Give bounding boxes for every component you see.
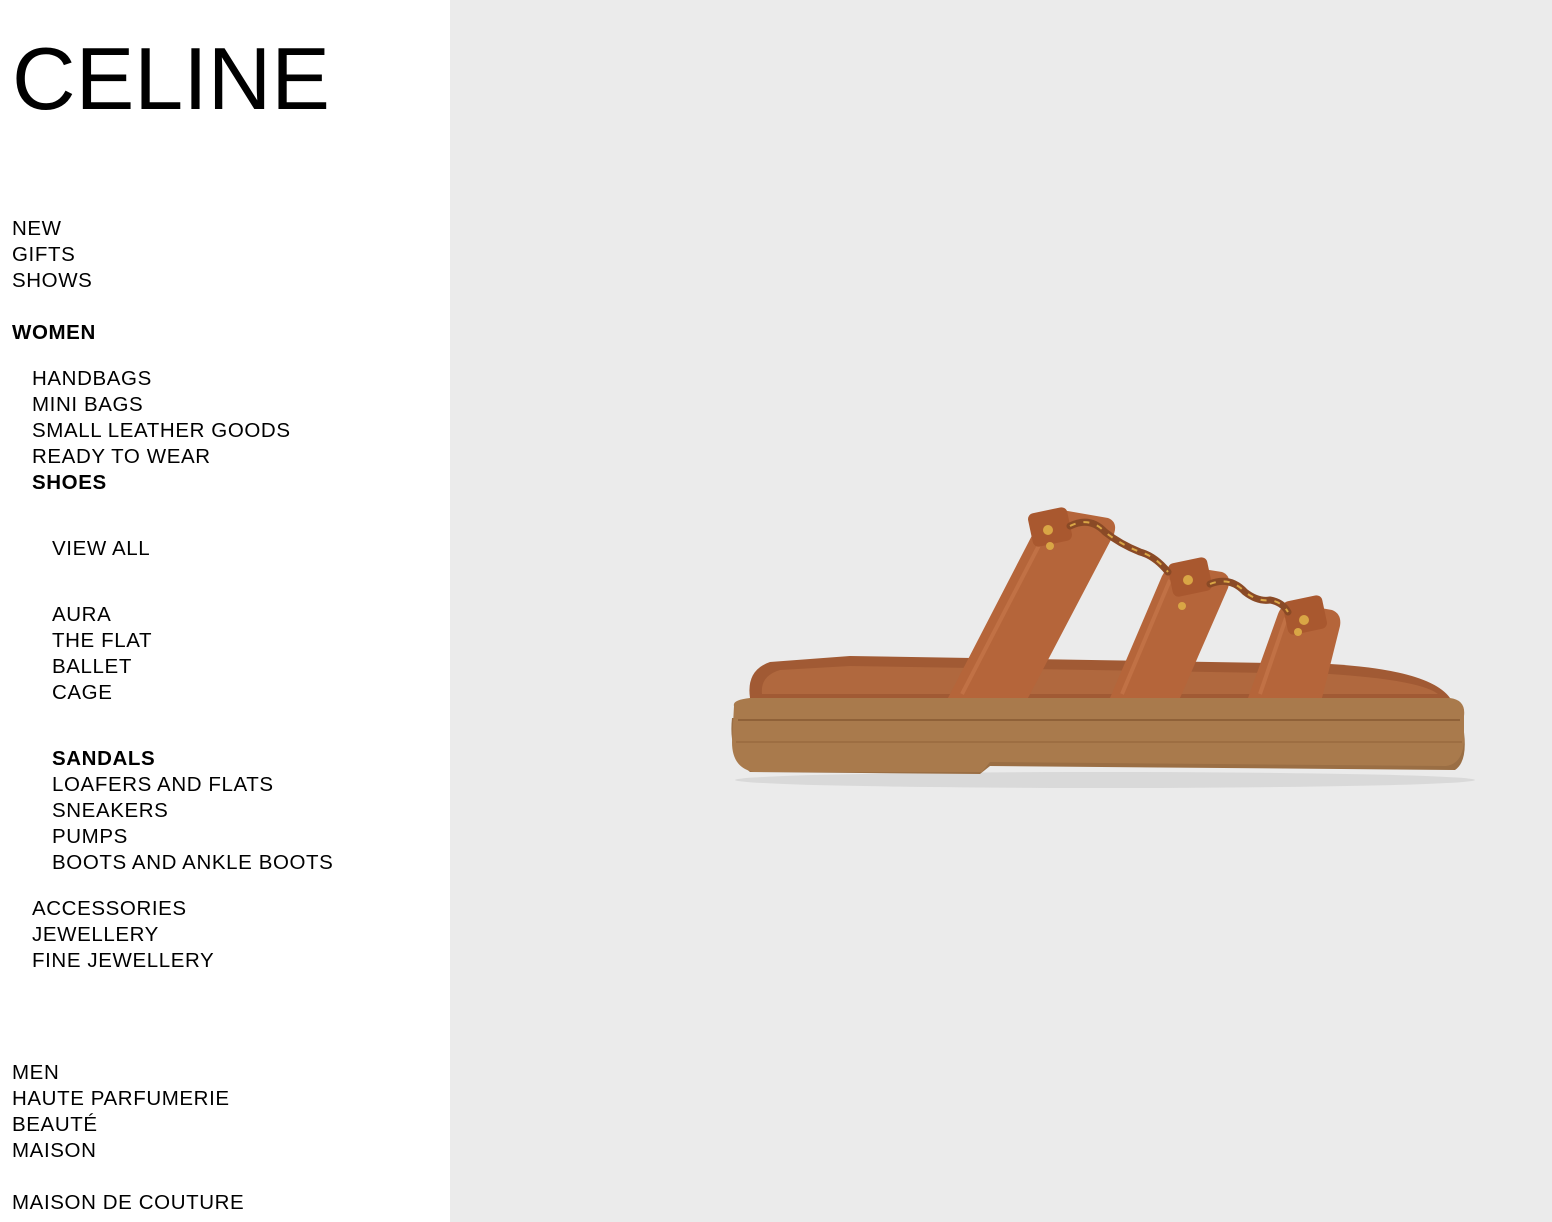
celine-logo[interactable]: CELINE xyxy=(12,36,332,116)
nav-new[interactable]: NEW xyxy=(12,216,62,242)
nav-ready-to-wear[interactable]: READY TO WEAR xyxy=(32,444,211,470)
nav-jewellery[interactable]: JEWELLERY xyxy=(32,922,159,948)
nav-shoes-sneakers[interactable]: SNEAKERS xyxy=(52,798,168,824)
sidebar-navigation: CELINE NEW GIFTS SHOWS WOMEN HANDBAGS MI… xyxy=(0,0,450,1222)
svg-text:CELINE: CELINE xyxy=(12,36,330,116)
nav-shoes[interactable]: SHOES xyxy=(32,470,107,496)
nav-shoes-sandals[interactable]: SANDALS xyxy=(52,746,155,772)
nav-mini-bags[interactable]: MINI BAGS xyxy=(32,392,143,418)
nav-handbags[interactable]: HANDBAGS xyxy=(32,366,152,392)
nav-maison-de-couture[interactable]: MAISON DE COUTURE xyxy=(12,1190,244,1216)
nav-shoes-cage[interactable]: CAGE xyxy=(52,680,113,706)
sandal-image[interactable] xyxy=(710,480,1490,820)
nav-accessories[interactable]: ACCESSORIES xyxy=(32,896,187,922)
nav-small-leather-goods[interactable]: SMALL LEATHER GOODS xyxy=(32,418,291,444)
nav-shoes-boots-and-ankle-boots[interactable]: BOOTS AND ANKLE BOOTS xyxy=(52,850,333,876)
nav-shoes-aura[interactable]: AURA xyxy=(52,602,111,628)
nav-shoes-ballet[interactable]: BALLET xyxy=(52,654,132,680)
nav-men[interactable]: MEN xyxy=(12,1060,59,1086)
nav-shoes-pumps[interactable]: PUMPS xyxy=(52,824,128,850)
nav-fine-jewellery[interactable]: FINE JEWELLERY xyxy=(32,948,214,974)
nav-shows[interactable]: SHOWS xyxy=(12,268,92,294)
nav-haute-parfumerie[interactable]: HAUTE PARFUMERIE xyxy=(12,1086,230,1112)
nav-shoes-view-all[interactable]: VIEW ALL xyxy=(52,536,150,562)
nav-women[interactable]: WOMEN xyxy=(12,320,96,346)
nav-beaute[interactable]: BEAUTÉ xyxy=(12,1112,98,1138)
product-image-area[interactable] xyxy=(450,0,1552,1222)
nav-gifts[interactable]: GIFTS xyxy=(12,242,75,268)
nav-maison[interactable]: MAISON xyxy=(12,1138,96,1164)
nav-shoes-loafers-and-flats[interactable]: LOAFERS AND FLATS xyxy=(52,772,274,798)
nav-shoes-the-flat[interactable]: THE FLAT xyxy=(52,628,152,654)
